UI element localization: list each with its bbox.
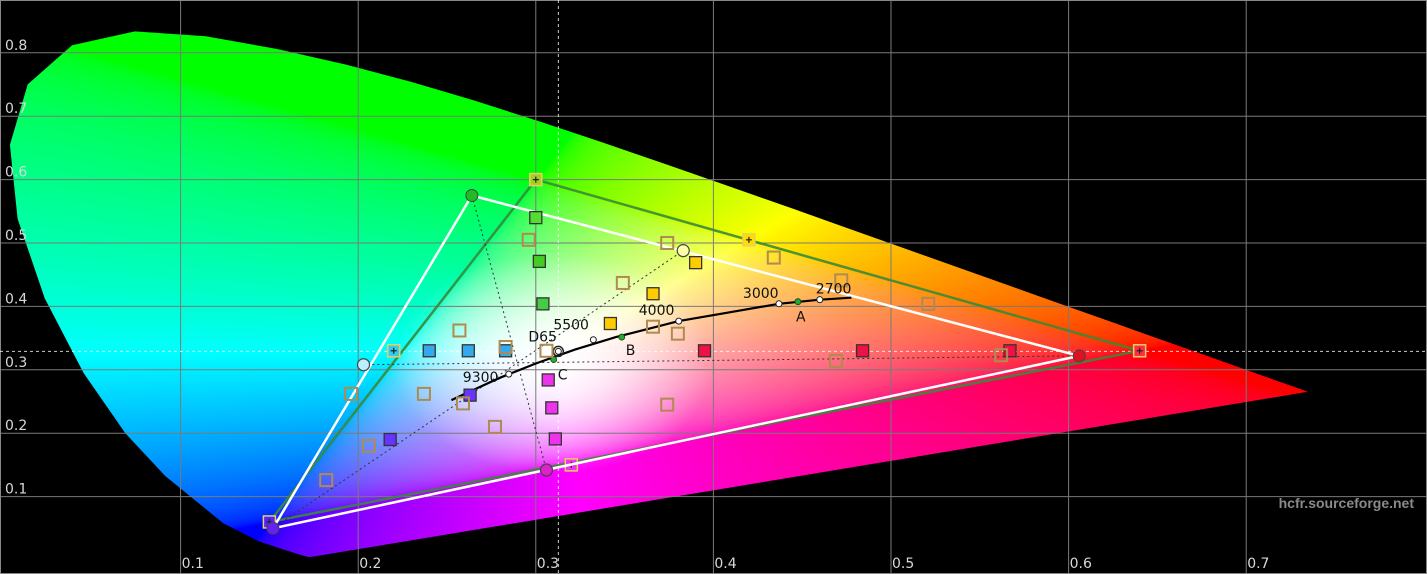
saturation-target	[422, 344, 436, 358]
watermark: hcfr.sourceforge.net	[1279, 495, 1415, 511]
saturation-target	[548, 432, 562, 446]
saturation-target	[603, 316, 618, 331]
illuminant-label: C	[558, 368, 568, 384]
saturation-target	[1003, 344, 1017, 358]
saturation-target	[855, 344, 870, 358]
cct-marker	[554, 347, 562, 355]
cct-label: 9300	[463, 370, 499, 386]
illuminant-label: B	[626, 343, 636, 359]
x-tick-label: 0.3	[537, 556, 559, 572]
y-tick-label: 0.2	[5, 418, 27, 434]
measured-primary-red	[1072, 349, 1086, 363]
cie-chromaticity-chart: 0.1 0.2 0.3 0.4 0.5 0.6 0.7 0.1 0.2 0.3 0.4 0.5 0.6 0…	[0, 0, 1427, 574]
saturation-target	[545, 401, 559, 415]
x-tick-label: 0.4	[714, 556, 736, 572]
saturation-target	[688, 256, 703, 270]
saturation-target	[532, 254, 547, 269]
saturation-target	[498, 344, 513, 358]
measured-primary-green	[465, 188, 479, 202]
measured-secondary	[356, 358, 371, 372]
saturation-target	[646, 287, 660, 301]
y-tick-label: 0.6	[5, 165, 27, 181]
y-tick-label: 0.3	[5, 355, 27, 371]
measured-secondary	[539, 463, 554, 477]
illuminant-marker	[618, 333, 626, 341]
cct-label: 3000	[743, 286, 779, 302]
saturation-target	[461, 344, 475, 358]
x-tick-label: 0.7	[1247, 556, 1269, 572]
saturation-target	[697, 344, 712, 358]
saturation-target	[536, 297, 550, 311]
y-tick-label: 0.1	[5, 482, 27, 498]
saturation-target	[529, 210, 543, 225]
illuminant-label: A	[796, 310, 806, 326]
measured-secondary	[676, 244, 690, 258]
measured-primary-blue	[266, 521, 280, 535]
cct-label: 4000	[639, 303, 675, 319]
y-tick-label: 0.5	[5, 228, 27, 244]
x-tick-label: 0.5	[892, 556, 914, 572]
saturation-target	[383, 432, 397, 447]
y-tick-label: 0.8	[5, 38, 27, 54]
saturation-target	[463, 388, 477, 402]
cct-label: 2700	[816, 282, 852, 298]
cct-marker	[505, 370, 513, 378]
illuminant-marker	[794, 298, 802, 306]
x-tick-label: 0.2	[359, 556, 381, 572]
saturation-target	[541, 373, 555, 387]
cct-label: 5500	[553, 318, 589, 334]
cct-marker	[675, 317, 683, 325]
y-tick-label: 0.7	[5, 101, 27, 117]
x-tick-label: 0.6	[1070, 556, 1092, 572]
x-tick-label: 0.1	[182, 556, 204, 572]
cct-marker	[589, 336, 597, 344]
y-tick-label: 0.4	[5, 291, 27, 307]
